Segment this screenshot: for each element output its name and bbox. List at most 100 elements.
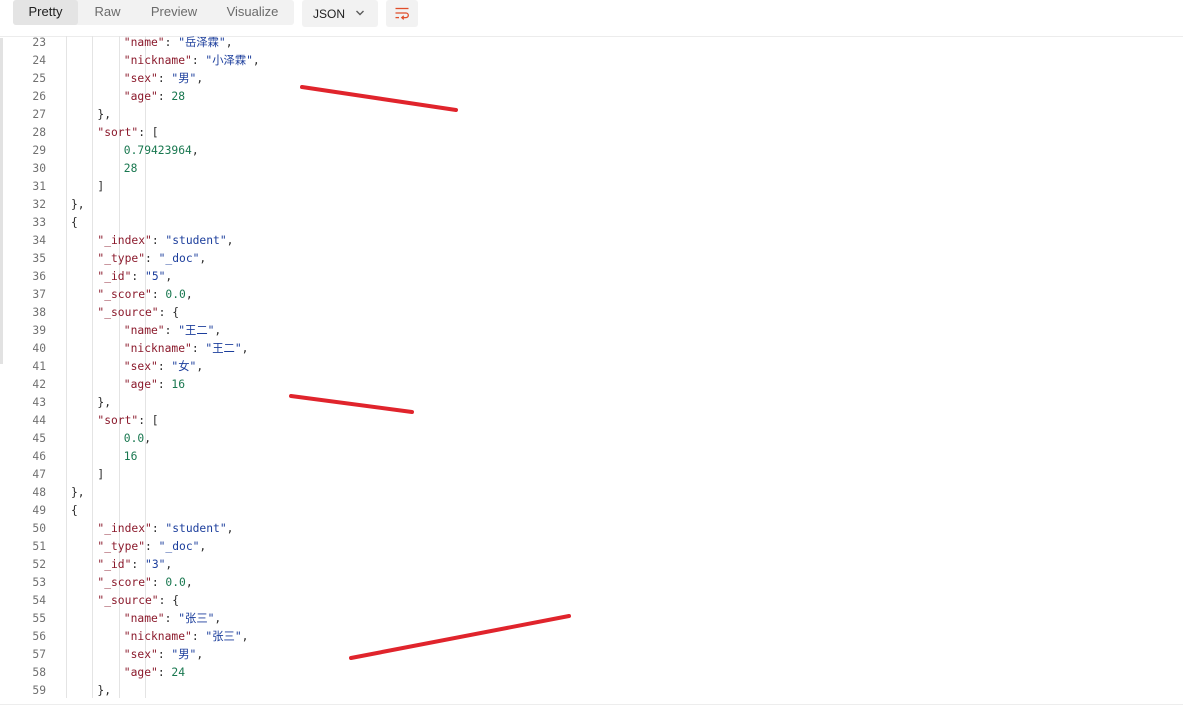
- json-string-value: "_doc": [158, 252, 200, 265]
- code-text: "nickname": "小泽霖",: [124, 52, 260, 70]
- json-key: "name": [123, 324, 165, 337]
- line-number: 44: [32, 414, 46, 427]
- json-number-value: 16: [123, 450, 138, 463]
- json-punctuation: :: [157, 378, 172, 391]
- json-punctuation: :: [131, 558, 146, 571]
- line-number: 47: [32, 468, 46, 481]
- json-punctuation: ,: [199, 252, 207, 265]
- wrap-lines-button[interactable]: [386, 0, 418, 27]
- json-punctuation: :: [157, 666, 172, 679]
- json-key: "_score": [97, 576, 152, 589]
- json-key: "_id": [97, 558, 132, 571]
- code-line: 40 "nickname": "王二",: [0, 340, 1183, 358]
- tab-pretty[interactable]: Pretty: [13, 0, 78, 25]
- line-number: 58: [32, 666, 46, 679]
- tab-visualize[interactable]: Visualize: [211, 0, 294, 25]
- json-punctuation: :: [151, 522, 166, 535]
- code-line: 44 "sort": [: [0, 412, 1183, 430]
- code-text: "_score": 0.0,: [97, 574, 192, 592]
- code-text: "_id": "3",: [97, 556, 172, 574]
- line-number: 37: [32, 288, 46, 301]
- json-key: "nickname": [123, 342, 192, 355]
- code-line: 58 "age": 24: [0, 664, 1183, 682]
- json-number-value: 28: [123, 162, 138, 175]
- json-punctuation: :: [131, 270, 146, 283]
- code-text: "nickname": "张三",: [124, 628, 249, 646]
- json-punctuation: :: [145, 252, 159, 265]
- json-string-value: "男": [171, 648, 197, 661]
- json-key: "_id": [97, 270, 132, 283]
- code-line: 27},: [0, 106, 1183, 124]
- code-line: 24 "nickname": "小泽霖",: [0, 52, 1183, 70]
- code-line: 45 0.0,: [0, 430, 1183, 448]
- code-line: 33 {: [0, 214, 1183, 232]
- code-text: },: [71, 484, 85, 502]
- json-key: "_source": [97, 306, 159, 319]
- line-number: 41: [32, 360, 46, 373]
- format-select[interactable]: JSON: [302, 0, 378, 27]
- json-punctuation: ,: [196, 72, 204, 85]
- json-punctuation: ,: [226, 522, 234, 535]
- line-number: 46: [32, 450, 46, 463]
- code-line: 55 "name": "张三",: [0, 610, 1183, 628]
- line-number: 43: [32, 396, 46, 409]
- code-text: "_index": "student",: [97, 520, 233, 538]
- code-line: 51 "_type": "_doc",: [0, 538, 1183, 556]
- json-punctuation: ,: [191, 144, 199, 157]
- json-string-value: "小泽霖": [205, 54, 253, 67]
- code-text: },: [97, 394, 111, 412]
- json-punctuation: ,: [214, 324, 222, 337]
- json-key: "age": [123, 666, 158, 679]
- code-text: {: [71, 214, 78, 232]
- code-line: 46 16: [0, 448, 1183, 466]
- json-punctuation: :: [157, 90, 172, 103]
- json-string-value: "5": [145, 270, 166, 283]
- json-string-value: "student": [165, 234, 227, 247]
- code-text: "_source": {: [97, 592, 179, 610]
- json-punctuation: :: [191, 54, 206, 67]
- json-punctuation: ,: [241, 630, 249, 643]
- json-number-value: 0.0: [165, 288, 186, 301]
- line-number: 38: [32, 306, 46, 319]
- json-punctuation: ,: [165, 558, 173, 571]
- json-number-value: 0.0: [165, 576, 186, 589]
- code-line: 32},: [0, 196, 1183, 214]
- json-string-value: "张三": [205, 630, 242, 643]
- json-key: "nickname": [123, 54, 192, 67]
- code-line: 41 "sex": "女",: [0, 358, 1183, 376]
- json-punctuation: },: [71, 198, 85, 211]
- json-key: "_score": [97, 288, 152, 301]
- json-punctuation: ,: [225, 36, 233, 49]
- line-number: 28: [32, 126, 46, 139]
- json-punctuation: ,: [196, 648, 204, 661]
- line-number: 33: [32, 216, 46, 229]
- code-text: "name": "王二",: [124, 322, 221, 340]
- code-line: 30 28: [0, 160, 1183, 178]
- json-punctuation: :: [164, 36, 179, 49]
- json-string-value: "张三": [178, 612, 215, 625]
- line-number: 52: [32, 558, 46, 571]
- code-text: 0.0,: [124, 430, 151, 448]
- json-key: "age": [123, 378, 158, 391]
- json-punctuation: :: [151, 288, 166, 301]
- code-text: 0.79423964,: [124, 142, 199, 160]
- code-text: {: [71, 502, 78, 520]
- code-text: },: [97, 682, 111, 700]
- json-punctuation: },: [97, 108, 111, 121]
- tab-raw[interactable]: Raw: [78, 0, 137, 25]
- tab-preview[interactable]: Preview: [137, 0, 211, 25]
- code-text: "_index": "student",: [97, 232, 233, 250]
- json-response-body[interactable]: 23 "name": "岳泽霖", 24 "nickname": "小泽霖", 25 "s…: [0, 34, 1183, 700]
- json-punctuation: {: [71, 504, 78, 517]
- code-line: 37 "_score": 0.0,: [0, 286, 1183, 304]
- code-text: 28: [124, 160, 138, 178]
- code-line: 26 "age": 28: [0, 88, 1183, 106]
- code-line: 29 0.79423964,: [0, 142, 1183, 160]
- code-text: ]: [97, 466, 104, 484]
- line-number: 25: [32, 72, 46, 85]
- json-key: "_type": [97, 540, 145, 553]
- code-line: 42 "age": 16: [0, 376, 1183, 394]
- code-text: "name": "张三",: [124, 610, 221, 628]
- line-number: 42: [32, 378, 46, 391]
- response-toolbar: Pretty Raw Preview Visualize JSON: [0, 0, 1183, 37]
